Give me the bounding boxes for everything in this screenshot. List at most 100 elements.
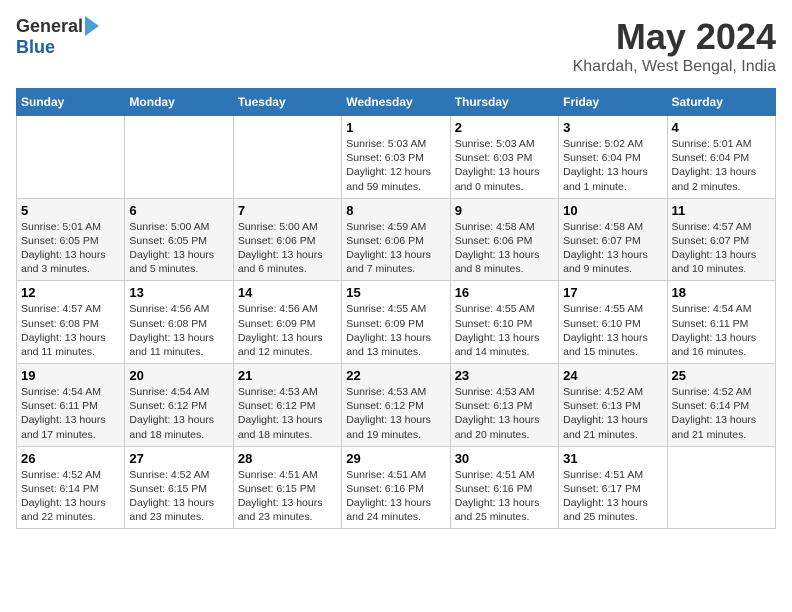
cell-sun-info: Sunrise: 4:58 AM Sunset: 6:06 PM Dayligh… (455, 220, 554, 277)
day-number: 17 (563, 285, 662, 300)
calendar-cell: 17Sunrise: 4:55 AM Sunset: 6:10 PM Dayli… (559, 281, 667, 364)
calendar-body: 1 Sunrise: 5:03 AM Sunset: 6:03 PM Daylig… (17, 116, 776, 529)
cell-sun-info: Sunrise: 4:57 AM Sunset: 6:07 PM Dayligh… (672, 220, 771, 277)
week-row-4: 19Sunrise: 4:54 AM Sunset: 6:11 PM Dayli… (17, 364, 776, 447)
calendar-cell: 14Sunrise: 4:56 AM Sunset: 6:09 PM Dayli… (233, 281, 341, 364)
calendar-cell: 3 Sunrise: 5:02 AM Sunset: 6:04 PM Daylig… (559, 116, 667, 199)
cell-sun-info: Sunrise: 4:54 AM Sunset: 6:12 PM Dayligh… (129, 385, 228, 442)
header-cell-monday: Monday (125, 89, 233, 116)
calendar-cell: 23Sunrise: 4:53 AM Sunset: 6:13 PM Dayli… (450, 364, 558, 447)
day-number: 16 (455, 285, 554, 300)
week-row-3: 12 Sunrise: 4:57 AM Sunset: 6:08 PM Dayli… (17, 281, 776, 364)
day-number: 19 (21, 368, 120, 383)
header-cell-sunday: Sunday (17, 89, 125, 116)
day-number: 1 (346, 120, 445, 135)
day-number: 2 (455, 120, 554, 135)
cell-sun-info: Sunrise: 4:52 AM Sunset: 6:14 PM Dayligh… (672, 385, 771, 442)
day-number: 9 (455, 203, 554, 218)
calendar-cell: 15 Sunrise: 4:55 AM Sunset: 6:09 PM Dayli… (342, 281, 450, 364)
logo: General Blue (16, 16, 99, 58)
cell-sun-info: Sunrise: 4:55 AM Sunset: 6:10 PM Dayligh… (455, 302, 554, 359)
day-number: 28 (238, 451, 337, 466)
day-number: 24 (563, 368, 662, 383)
cell-sun-info: Sunrise: 4:56 AM Sunset: 6:09 PM Dayligh… (238, 302, 337, 359)
title-section: May 2024 Khardah, West Bengal, India (573, 16, 776, 76)
calendar-cell: 10Sunrise: 4:58 AM Sunset: 6:07 PM Dayli… (559, 198, 667, 281)
day-number: 7 (238, 203, 337, 218)
calendar-cell (17, 116, 125, 199)
cell-sun-info: Sunrise: 4:56 AM Sunset: 6:08 PM Dayligh… (129, 302, 228, 359)
day-number: 13 (129, 285, 228, 300)
location-subtitle: Khardah, West Bengal, India (573, 58, 776, 76)
week-row-2: 5Sunrise: 5:01 AM Sunset: 6:05 PM Daylig… (17, 198, 776, 281)
calendar-cell: 30 Sunrise: 4:51 AM Sunset: 6:16 PM Dayli… (450, 446, 558, 529)
calendar-cell: 12 Sunrise: 4:57 AM Sunset: 6:08 PM Dayli… (17, 281, 125, 364)
header-cell-saturday: Saturday (667, 89, 775, 116)
cell-sun-info: Sunrise: 4:59 AM Sunset: 6:06 PM Dayligh… (346, 220, 445, 277)
cell-sun-info: Sunrise: 5:00 AM Sunset: 6:05 PM Dayligh… (129, 220, 228, 277)
day-number: 10 (563, 203, 662, 218)
day-number: 20 (129, 368, 228, 383)
day-number: 29 (346, 451, 445, 466)
day-number: 4 (672, 120, 771, 135)
cell-sun-info: Sunrise: 4:54 AM Sunset: 6:11 PM Dayligh… (672, 302, 771, 359)
calendar-cell: 20 Sunrise: 4:54 AM Sunset: 6:12 PM Dayli… (125, 364, 233, 447)
cell-sun-info: Sunrise: 5:03 AM Sunset: 6:03 PM Dayligh… (455, 137, 554, 194)
page-header: General Blue May 2024 Khardah, West Beng… (16, 16, 776, 76)
calendar-cell: 5Sunrise: 5:01 AM Sunset: 6:05 PM Daylig… (17, 198, 125, 281)
header-cell-thursday: Thursday (450, 89, 558, 116)
calendar-cell: 7Sunrise: 5:00 AM Sunset: 6:06 PM Daylig… (233, 198, 341, 281)
day-number: 15 (346, 285, 445, 300)
calendar-cell: 1 Sunrise: 5:03 AM Sunset: 6:03 PM Daylig… (342, 116, 450, 199)
calendar-cell: 16 Sunrise: 4:55 AM Sunset: 6:10 PM Dayli… (450, 281, 558, 364)
cell-sun-info: Sunrise: 4:52 AM Sunset: 6:13 PM Dayligh… (563, 385, 662, 442)
header-row: SundayMondayTuesdayWednesdayThursdayFrid… (17, 89, 776, 116)
logo-general: General (16, 16, 83, 37)
calendar-cell: 29 Sunrise: 4:51 AM Sunset: 6:16 PM Dayli… (342, 446, 450, 529)
cell-sun-info: Sunrise: 4:57 AM Sunset: 6:08 PM Dayligh… (21, 302, 120, 359)
cell-sun-info: Sunrise: 4:55 AM Sunset: 6:09 PM Dayligh… (346, 302, 445, 359)
cell-sun-info: Sunrise: 4:53 AM Sunset: 6:13 PM Dayligh… (455, 385, 554, 442)
calendar-cell: 24 Sunrise: 4:52 AM Sunset: 6:13 PM Dayli… (559, 364, 667, 447)
cell-sun-info: Sunrise: 4:51 AM Sunset: 6:17 PM Dayligh… (563, 468, 662, 525)
week-row-1: 1 Sunrise: 5:03 AM Sunset: 6:03 PM Daylig… (17, 116, 776, 199)
day-number: 26 (21, 451, 120, 466)
cell-sun-info: Sunrise: 4:51 AM Sunset: 6:15 PM Dayligh… (238, 468, 337, 525)
calendar-cell (667, 446, 775, 529)
cell-sun-info: Sunrise: 4:51 AM Sunset: 6:16 PM Dayligh… (455, 468, 554, 525)
cell-sun-info: Sunrise: 5:03 AM Sunset: 6:03 PM Dayligh… (346, 137, 445, 194)
calendar-cell: 11 Sunrise: 4:57 AM Sunset: 6:07 PM Dayli… (667, 198, 775, 281)
cell-sun-info: Sunrise: 4:51 AM Sunset: 6:16 PM Dayligh… (346, 468, 445, 525)
cell-sun-info: Sunrise: 4:52 AM Sunset: 6:15 PM Dayligh… (129, 468, 228, 525)
day-number: 25 (672, 368, 771, 383)
cell-sun-info: Sunrise: 4:53 AM Sunset: 6:12 PM Dayligh… (238, 385, 337, 442)
calendar-cell: 6 Sunrise: 5:00 AM Sunset: 6:05 PM Daylig… (125, 198, 233, 281)
logo-arrow-icon (85, 16, 99, 36)
calendar-cell: 13 Sunrise: 4:56 AM Sunset: 6:08 PM Dayli… (125, 281, 233, 364)
calendar-cell: 9 Sunrise: 4:58 AM Sunset: 6:06 PM Daylig… (450, 198, 558, 281)
cell-sun-info: Sunrise: 4:52 AM Sunset: 6:14 PM Dayligh… (21, 468, 120, 525)
cell-sun-info: Sunrise: 5:01 AM Sunset: 6:04 PM Dayligh… (672, 137, 771, 194)
day-number: 3 (563, 120, 662, 135)
cell-sun-info: Sunrise: 5:02 AM Sunset: 6:04 PM Dayligh… (563, 137, 662, 194)
calendar-cell (125, 116, 233, 199)
calendar-header: SundayMondayTuesdayWednesdayThursdayFrid… (17, 89, 776, 116)
header-cell-wednesday: Wednesday (342, 89, 450, 116)
header-cell-friday: Friday (559, 89, 667, 116)
calendar-cell: 8 Sunrise: 4:59 AM Sunset: 6:06 PM Daylig… (342, 198, 450, 281)
calendar-table: SundayMondayTuesdayWednesdayThursdayFrid… (16, 88, 776, 529)
calendar-cell: 2 Sunrise: 5:03 AM Sunset: 6:03 PM Daylig… (450, 116, 558, 199)
month-year-title: May 2024 (573, 16, 776, 58)
day-number: 12 (21, 285, 120, 300)
day-number: 27 (129, 451, 228, 466)
day-number: 30 (455, 451, 554, 466)
header-cell-tuesday: Tuesday (233, 89, 341, 116)
day-number: 31 (563, 451, 662, 466)
day-number: 21 (238, 368, 337, 383)
day-number: 8 (346, 203, 445, 218)
calendar-cell (233, 116, 341, 199)
day-number: 11 (672, 203, 771, 218)
calendar-cell: 31 Sunrise: 4:51 AM Sunset: 6:17 PM Dayli… (559, 446, 667, 529)
day-number: 6 (129, 203, 228, 218)
calendar-cell: 27 Sunrise: 4:52 AM Sunset: 6:15 PM Dayli… (125, 446, 233, 529)
